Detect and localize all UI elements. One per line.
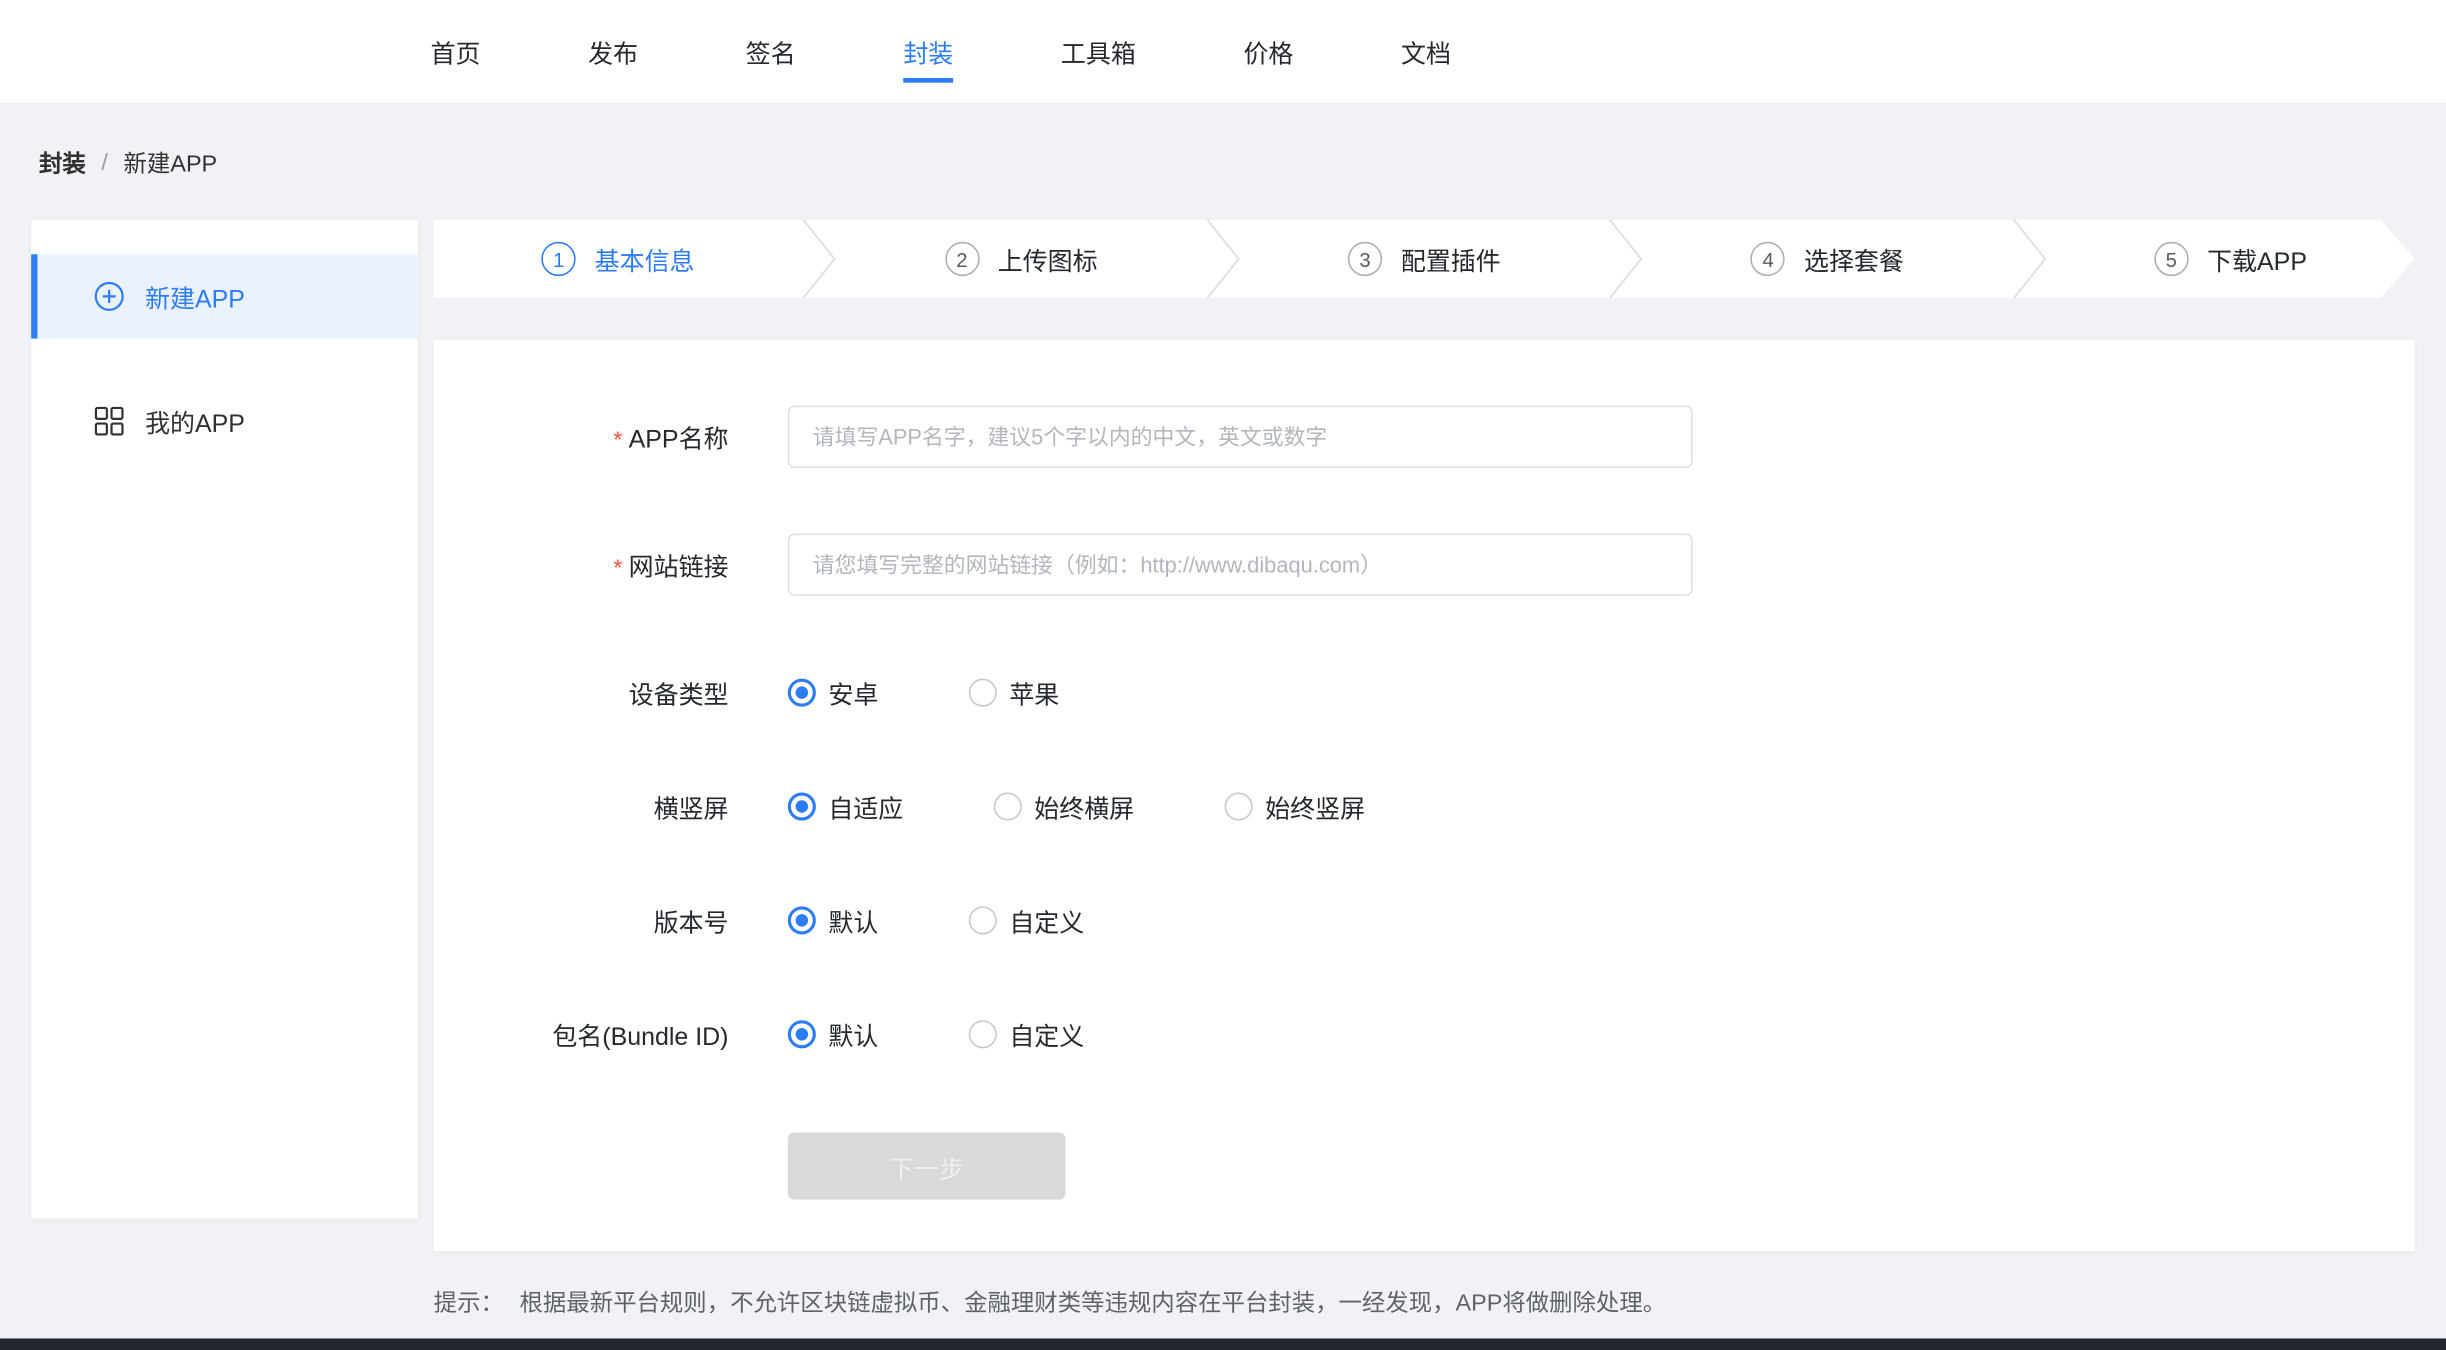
sidebar-item-label: 新建APP (145, 278, 245, 315)
grid-icon (94, 406, 125, 437)
top-nav: 首页 发布 签名 封装 工具箱 价格 文档 (0, 0, 2446, 105)
step-number-badge: 1 (542, 242, 576, 276)
radio-unchecked-icon (1225, 792, 1253, 820)
sidebar-item-my-app[interactable]: 我的APP (31, 379, 418, 463)
sidebar-item-label: 我的APP (145, 402, 245, 439)
radio-always-portrait[interactable]: 始终竖屏 (1225, 788, 1365, 825)
radio-checked-icon (788, 1020, 816, 1048)
form-row-device-type: 设备类型 安卓 苹果 (434, 677, 2415, 708)
nav-item-home[interactable]: 首页 (431, 21, 481, 82)
basic-info-form: *APP名称 *网站链接 设备类型 安卓 (434, 340, 2415, 1251)
step-separator-icon (802, 220, 836, 298)
radio-bundle-custom[interactable]: 自定义 (969, 1016, 1084, 1053)
form-row-site-url: *网站链接 (434, 534, 2415, 596)
radio-adaptive[interactable]: 自适应 (788, 788, 903, 825)
nav-item-publish[interactable]: 发布 (588, 21, 638, 82)
step-upload-icon: 2 上传图标 (837, 220, 1206, 298)
nav-item-sign[interactable]: 签名 (746, 21, 796, 82)
radio-android[interactable]: 安卓 (788, 674, 879, 711)
radio-checked-icon (788, 906, 816, 934)
step-separator-icon (1609, 220, 1643, 298)
required-asterisk: * (613, 555, 622, 582)
bundle-id-radio-group: 默认 自定义 (788, 1016, 1175, 1053)
form-row-bundle-id: 包名(Bundle ID) 默认 自定义 (434, 1019, 2415, 1050)
form-row-version: 版本号 默认 自定义 (434, 905, 2415, 936)
radio-version-default[interactable]: 默认 (788, 902, 879, 939)
orientation-label: 横竖屏 (434, 788, 729, 825)
device-type-radio-group: 安卓 苹果 (788, 674, 1150, 711)
orientation-radio-group: 自适应 始终横屏 始终竖屏 (788, 788, 1456, 825)
plus-circle-icon (94, 281, 125, 312)
sidebar-item-new-app[interactable]: 新建APP (31, 254, 418, 338)
platform-rule-tip: 提示： 根据最新平台规则，不允许区块链虚拟币、金融理财类等违规内容在平台封装，一… (434, 1285, 2415, 1318)
breadcrumb: 封装 / 新建APP (39, 147, 2446, 180)
app-screen: 首页 发布 签名 封装 工具箱 价格 文档 封装 / 新建APP 新建APP (0, 0, 2446, 1350)
radio-version-custom[interactable]: 自定义 (969, 902, 1084, 939)
step-label: 上传图标 (998, 240, 1098, 277)
form-row-submit: 下一步 (434, 1133, 2415, 1200)
radio-checked-icon (788, 792, 816, 820)
version-label: 版本号 (434, 902, 729, 939)
radio-checked-icon (788, 679, 816, 707)
step-download-app: 5 下载APP (2046, 220, 2415, 298)
form-row-app-name: *APP名称 (434, 406, 2415, 468)
step-number-badge: 3 (1348, 242, 1382, 276)
step-configure-plugin: 3 配置插件 (1240, 220, 1609, 298)
breadcrumb-package[interactable]: 封装 (39, 147, 86, 180)
content-layout: 新建APP 我的APP 1 基本信息 (0, 220, 2446, 1318)
step-select-plan: 4 选择套餐 (1643, 220, 2012, 298)
footer-bar (0, 1338, 2446, 1350)
form-row-orientation: 横竖屏 自适应 始终横屏 始终竖屏 (434, 791, 2415, 822)
nav-item-toolbox[interactable]: 工具箱 (1061, 21, 1136, 82)
radio-unchecked-icon (969, 1020, 997, 1048)
step-basic-info: 1 基本信息 (434, 220, 803, 298)
step-label: 下载APP (2207, 240, 2307, 277)
tip-label: 提示： (434, 1285, 504, 1318)
step-number-badge: 5 (2154, 242, 2188, 276)
step-label: 选择套餐 (1804, 240, 1904, 277)
radio-ios[interactable]: 苹果 (969, 674, 1060, 711)
breadcrumb-new-app: 新建APP (124, 147, 218, 180)
step-number-badge: 2 (945, 242, 979, 276)
site-url-input[interactable] (788, 534, 1693, 596)
nav-item-docs[interactable]: 文档 (1401, 21, 1451, 82)
radio-unchecked-icon (994, 792, 1022, 820)
step-label: 配置插件 (1401, 240, 1501, 277)
step-separator-icon (1206, 220, 1240, 298)
tip-text: 根据最新平台规则，不允许区块链虚拟币、金融理财类等违规内容在平台封装，一经发现，… (520, 1285, 1667, 1318)
next-step-button[interactable]: 下一步 (788, 1133, 1066, 1200)
site-url-label: *网站链接 (434, 546, 729, 583)
app-name-input[interactable] (788, 406, 1693, 468)
bundle-id-label: 包名(Bundle ID) (434, 1016, 729, 1053)
radio-bundle-default[interactable]: 默认 (788, 1016, 879, 1053)
step-number-badge: 4 (1751, 242, 1785, 276)
steps-bar: 1 基本信息 2 上传图标 3 配置插件 4 选择套餐 (434, 220, 2415, 298)
radio-unchecked-icon (969, 906, 997, 934)
version-radio-group: 默认 自定义 (788, 902, 1175, 939)
main-content: 1 基本信息 2 上传图标 3 配置插件 4 选择套餐 (434, 220, 2415, 1318)
radio-always-landscape[interactable]: 始终横屏 (994, 788, 1134, 825)
nav-item-package[interactable]: 封装 (903, 21, 953, 82)
step-separator-icon (2012, 220, 2046, 298)
step-label: 基本信息 (595, 240, 695, 277)
nav-item-price[interactable]: 价格 (1243, 21, 1293, 82)
breadcrumb-separator: / (101, 150, 108, 177)
app-name-label: *APP名称 (434, 418, 729, 455)
sidebar: 新建APP 我的APP (31, 220, 418, 1218)
required-asterisk: * (613, 427, 622, 454)
device-type-label: 设备类型 (434, 674, 729, 711)
radio-unchecked-icon (969, 679, 997, 707)
